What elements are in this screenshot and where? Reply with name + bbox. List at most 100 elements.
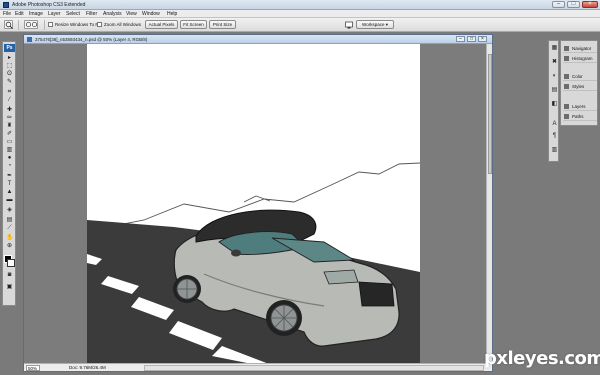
canvas-area[interactable] [24,44,486,364]
hand-tool-icon[interactable]: ✋ [6,235,13,241]
brush-tool-icon[interactable]: ✏ [6,115,13,121]
photoshop-window: Adobe Photoshop CS3 Extended – □ × File … [0,0,600,375]
move-tool-icon[interactable]: ▸ [6,55,13,61]
pen-tool-icon[interactable]: ✒ [6,173,13,179]
zoom-all-windows-label: Zoom All Windows [104,22,142,27]
fit-screen-button[interactable]: Fit Screen [180,20,207,29]
document-window: 375476[38]_n53593434_n.psd @ 50% (Layer … [23,34,493,372]
layers-icon [564,104,569,109]
color-icon [564,74,569,79]
zoom-in-out-icon[interactable] [24,20,38,29]
zoom-tool-preset-icon[interactable] [4,20,13,29]
slice-tool-icon[interactable]: ⁄ [6,97,13,103]
zoom-all-windows-checkbox[interactable] [97,22,102,27]
maximize-button[interactable]: □ [567,1,580,8]
quick-selection-tool-icon[interactable]: ✎ [6,79,13,85]
doc-maximize-button[interactable]: □ [467,36,476,42]
adjust-panel-icon[interactable]: ◧ [551,101,558,108]
menu-filter[interactable]: Filter [86,11,97,17]
doc-minimize-button[interactable]: – [456,36,465,42]
menu-select[interactable]: Select [66,11,80,17]
panel-label: Layers [572,104,586,109]
background-color-swatch[interactable] [7,259,15,267]
navigator-icon [564,46,569,51]
menu-bar: File Edit Image Layer Select Filter Anal… [0,10,600,18]
menu-file[interactable]: File [3,11,11,17]
panel-navigator[interactable]: Navigator [563,44,597,53]
actual-pixels-button[interactable]: Actual Pixels [145,20,178,29]
panel-dock: Navigator Histogram Color Styles Layers … [560,40,598,126]
document-icon [27,37,32,42]
color-panel-icon[interactable]: ◐ [551,73,558,80]
gradient-tool-icon[interactable]: ▥ [6,147,13,153]
styles-icon [564,84,569,89]
doc-close-button[interactable]: × [478,36,487,42]
scrollbar-thumb[interactable] [488,54,492,174]
eyedropper-tool-icon[interactable]: ⟋ [6,225,13,231]
marquee-tool-icon[interactable]: ⬚ [6,63,13,69]
menu-image[interactable]: Image [29,11,43,17]
photoshop-logo: Ps [4,44,15,52]
title-bar: Adobe Photoshop CS3 Extended – □ × [0,0,600,10]
menu-layer[interactable]: Layer [48,11,61,17]
type-tool-icon[interactable]: T [6,181,13,187]
status-bar: 50% Doc: 9.76M/26.4M [24,363,492,371]
panel-label: Paths [572,114,584,119]
history-brush-tool-icon[interactable]: ✐ [6,131,13,137]
clone-stamp-tool-icon[interactable]: ♜ [6,123,13,129]
histogram-panel-icon[interactable]: ✖ [551,59,558,66]
panel-histogram[interactable]: Histogram [563,54,597,63]
shape-tool-icon[interactable]: ▬ [6,197,13,203]
path-selection-tool-icon[interactable]: ▲ [6,189,13,195]
panel-label: Color [572,74,583,79]
blur-tool-icon[interactable]: ● [6,155,13,161]
menu-edit[interactable]: Edit [15,11,24,17]
styles-panel-icon[interactable]: ▤ [551,87,558,94]
eraser-tool-icon[interactable]: ▭ [6,139,13,145]
resize-windows-label: Resize Windows To Fit [55,22,101,27]
zoom-level-field[interactable]: 50% [26,365,40,371]
document-title: 375476[38]_n53593434_n.psd @ 50% (Layer … [35,37,148,42]
dodge-tool-icon[interactable]: ◔ [6,163,13,169]
app-icon [3,2,9,8]
panel-icon-strip: ▦ ✖ ◐ ▤ ◧ A ¶ ▥ [548,40,559,162]
paragraph-panel-icon[interactable]: ¶ [551,133,558,140]
workspace-icon[interactable] [345,21,353,29]
toolbox: Ps ▸ ⬚ ʘ ✎ ⌗ ⁄ ✚ ✏ ♜ ✐ ▭ ▥ ● ◔ ✒ T ▲ ▬ ◈… [2,41,16,306]
zoom-tool-icon[interactable]: ⊕ [6,243,13,249]
workspace-dropdown[interactable]: Workspace ▾ [356,20,394,29]
tool-presets-panel-icon[interactable]: ▥ [551,147,558,154]
character-panel-icon[interactable]: A [551,121,558,128]
menu-help[interactable]: Help [167,11,177,17]
notes-tool-icon[interactable]: ▤ [6,217,13,223]
print-size-button[interactable]: Print Size [209,20,236,29]
vertical-scrollbar[interactable] [486,44,492,364]
panel-layers[interactable]: Layers [563,102,597,111]
screen-mode-icon[interactable]: ▣ [6,284,13,290]
lasso-tool-icon[interactable]: ʘ [6,71,13,77]
menu-analysis[interactable]: Analysis [103,11,122,17]
paths-icon [564,114,569,119]
panel-color[interactable]: Color [563,72,597,81]
panel-label: Styles [572,84,585,89]
artwork [86,44,421,364]
document-tab[interactable]: 375476[38]_n53593434_n.psd @ 50% (Layer … [24,35,492,44]
panel-paths[interactable]: Paths [563,112,597,121]
minimize-button[interactable]: – [552,1,565,8]
3d-tool-icon[interactable]: ◈ [6,207,13,213]
document-size-info[interactable]: Doc: 9.76M/26.4M [69,365,106,370]
resize-windows-checkbox[interactable] [48,22,53,27]
quick-mask-icon[interactable]: ◙ [6,272,13,278]
panel-label: Histogram [572,56,593,61]
window-title: Adobe Photoshop CS3 Extended [12,2,86,8]
crop-tool-icon[interactable]: ⌗ [6,89,13,95]
histogram-icon [564,56,569,61]
panel-styles[interactable]: Styles [563,82,597,91]
horizontal-scrollbar[interactable] [144,365,484,371]
navigator-panel-icon[interactable]: ▦ [551,45,558,52]
menu-view[interactable]: View [126,11,137,17]
options-bar: Resize Windows To Fit Zoom All Windows A… [0,18,600,32]
healing-brush-tool-icon[interactable]: ✚ [6,107,13,113]
close-button[interactable]: × [582,1,598,8]
menu-window[interactable]: Window [142,11,160,17]
